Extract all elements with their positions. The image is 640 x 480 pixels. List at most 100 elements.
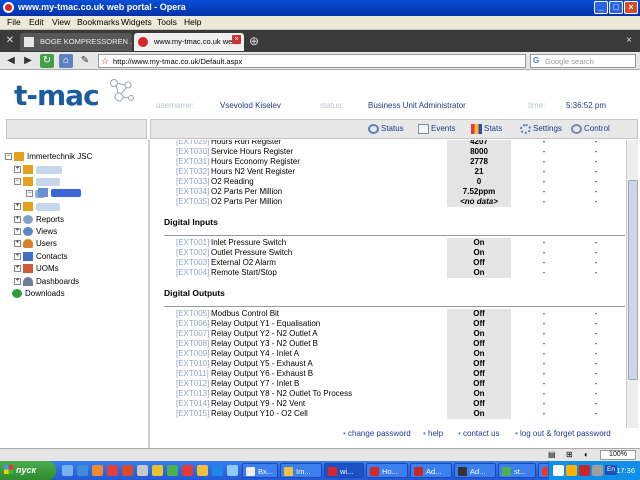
tree-item-dashboards[interactable]: + Dashboards — [14, 277, 80, 287]
menu-view[interactable]: View — [52, 17, 70, 27]
expand-icon[interactable]: + — [14, 166, 21, 174]
collapse-icon[interactable]: − — [26, 190, 33, 198]
taskbar-task[interactable]: Ad... — [410, 463, 452, 478]
zoom-select[interactable]: 100% — [600, 450, 636, 460]
expand-icon[interactable]: + — [14, 216, 21, 224]
logout-link[interactable]: • log out & forget password — [515, 429, 611, 438]
new-tab-button[interactable]: ⊕ — [247, 34, 261, 48]
collapse-icon[interactable]: − — [5, 153, 12, 161]
expand-icon[interactable]: + — [14, 203, 21, 211]
change-password-link[interactable]: • change password — [343, 429, 411, 438]
tree-node-hidden-2[interactable]: − — [14, 177, 60, 187]
speeddial-icon[interactable]: ⊞ — [566, 450, 573, 459]
menu-help[interactable]: Help — [184, 17, 201, 27]
tree-item-views[interactable]: + Views — [14, 227, 57, 237]
maximize-button[interactable]: □ — [609, 1, 623, 14]
language-indicator[interactable]: En — [605, 465, 617, 475]
menu-bookmarks[interactable]: Bookmarks — [77, 17, 120, 27]
forward-icon[interactable]: ▶ — [21, 54, 35, 68]
reload-icon[interactable]: ↻ — [40, 54, 54, 68]
tree-node-hidden-4[interactable]: + — [14, 202, 60, 212]
tree-node-selected[interactable] — [38, 188, 81, 198]
task-label: st... — [514, 467, 527, 476]
quicklaunch-icon[interactable] — [197, 465, 208, 476]
panel-icon[interactable]: ▤ — [548, 450, 556, 459]
minimize-button[interactable]: _ — [594, 1, 608, 14]
quicklaunch-icon[interactable] — [137, 465, 148, 476]
collapse-icon[interactable]: − — [14, 178, 21, 186]
tree-item-downloads[interactable]: Downloads — [12, 289, 65, 299]
tree-item-uoms[interactable]: + UOMs — [14, 264, 59, 274]
register-code: [EXT029] — [176, 140, 210, 146]
table-row: [EXT034] O2 Parts Per Million 7.52ppm - - — [151, 187, 625, 197]
settings-button[interactable]: Settings — [520, 124, 562, 134]
time-label: time: — [528, 101, 546, 110]
reports-icon — [23, 215, 33, 225]
events-button[interactable]: Events — [418, 124, 455, 134]
menu-widgets[interactable]: Widgets — [121, 17, 152, 27]
status-button[interactable]: Status — [368, 124, 404, 134]
expand-icon[interactable]: + — [14, 240, 21, 248]
tree-item-label: Dashboards — [36, 277, 80, 286]
address-bar: ◀ ▶ ↻ ⌂ ✎ ☆ http://www.my-tmac.co.uk/Def… — [0, 52, 640, 70]
register-extra-2: - — [594, 379, 598, 388]
menu-edit[interactable]: Edit — [29, 17, 44, 27]
tree-root[interactable]: − Immertechnik JSC — [5, 152, 92, 162]
start-button[interactable]: пуск — [0, 461, 56, 480]
tab-tmac[interactable]: www.my-tmac.co.uk we... × — [134, 33, 244, 51]
tree-node-hidden-1[interactable]: + — [14, 165, 62, 175]
tab-close-icon[interactable]: × — [232, 35, 241, 44]
quicklaunch-icon[interactable] — [227, 465, 238, 476]
taskbar-task[interactable]: st... — [498, 463, 536, 478]
register-description: O2 Reading — [211, 177, 254, 186]
edit-icon[interactable]: ✎ — [78, 54, 92, 68]
expand-icon[interactable]: + — [14, 228, 21, 236]
close-tab-icon[interactable]: × — [622, 34, 636, 48]
tree-item-users[interactable]: + Users — [14, 239, 57, 249]
control-button[interactable]: Control — [571, 124, 610, 134]
tray-icon[interactable] — [592, 465, 603, 476]
search-input[interactable]: G Google search — [530, 54, 636, 68]
quicklaunch-icon[interactable] — [182, 465, 193, 476]
expand-icon[interactable]: + — [14, 253, 21, 261]
tray-icon[interactable] — [566, 465, 577, 476]
home-icon[interactable]: ⌂ — [59, 54, 73, 68]
expand-icon[interactable]: + — [14, 278, 21, 286]
status-label: status: — [320, 101, 344, 110]
contact-us-link[interactable]: • contact us — [458, 429, 500, 438]
tree-item-reports[interactable]: + Reports — [14, 215, 64, 225]
expand-icon[interactable]: + — [14, 265, 21, 273]
quicklaunch-icon[interactable] — [62, 465, 73, 476]
taskbar-task[interactable]: Ad... — [454, 463, 496, 478]
stats-button[interactable]: Stats — [471, 124, 502, 134]
tree-item-contacts[interactable]: + Contacts — [14, 252, 68, 262]
status-button-label: Status — [381, 124, 404, 134]
quicklaunch-icon[interactable] — [77, 465, 88, 476]
back-icon[interactable]: ◀ — [4, 54, 18, 68]
quicklaunch-icon[interactable] — [167, 465, 178, 476]
pane-divider[interactable] — [148, 140, 150, 450]
tray-icon[interactable] — [553, 465, 564, 476]
close-button[interactable]: × — [624, 1, 638, 14]
register-extra-1: - — [542, 167, 546, 176]
register-extra-1: - — [542, 268, 546, 277]
vertical-scrollbar[interactable] — [626, 140, 638, 428]
url-input[interactable]: ☆ http://www.my-tmac.co.uk/Default.aspx — [98, 54, 526, 68]
taskbar-task[interactable]: Im... — [280, 463, 322, 478]
quicklaunch-icon[interactable] — [212, 465, 223, 476]
menu-tools[interactable]: Tools — [157, 17, 177, 27]
menu-file[interactable]: File — [7, 17, 21, 27]
taskbar-task[interactable]: Bx... — [242, 463, 278, 478]
scrollbar-thumb[interactable] — [628, 180, 638, 380]
view-icon[interactable]: ◐ — [584, 450, 589, 459]
tray-icon[interactable] — [579, 465, 590, 476]
tools-icon[interactable]: ✕ — [3, 34, 17, 48]
quicklaunch-icon[interactable] — [122, 465, 133, 476]
quicklaunch-icon[interactable] — [107, 465, 118, 476]
quicklaunch-icon[interactable] — [92, 465, 103, 476]
tab-boge[interactable]: BOGE KOMPRESSOREN ... — [20, 33, 132, 51]
help-link[interactable]: • help — [423, 429, 443, 438]
quicklaunch-icon[interactable] — [152, 465, 163, 476]
taskbar-task-active[interactable]: wi... — [324, 463, 364, 478]
taskbar-task[interactable]: Ho... — [366, 463, 408, 478]
